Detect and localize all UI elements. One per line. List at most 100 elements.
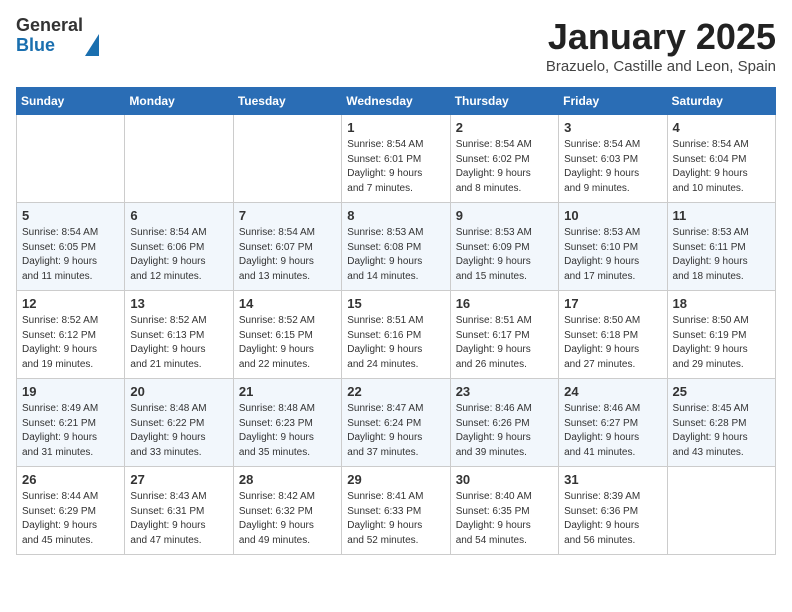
- day-info: Sunrise: 8:54 AM Sunset: 6:03 PM Dayligh…: [564, 138, 661, 196]
- calendar-cell: [667, 467, 775, 555]
- day-number: 25: [673, 384, 770, 399]
- weekday-header-saturday: Saturday: [667, 88, 775, 115]
- day-number: 13: [130, 296, 227, 311]
- day-info: Sunrise: 8:45 AM Sunset: 6:28 PM Dayligh…: [673, 402, 770, 460]
- calendar-cell: 28Sunrise: 8:42 AM Sunset: 6:32 PM Dayli…: [233, 467, 341, 555]
- calendar-cell: 18 Sunrise: 8:50 AM Sunset: 6:19 PM Dayli…: [667, 291, 775, 379]
- logo-text: General Blue: [16, 16, 83, 56]
- week-row-1: 1 Sunrise: 8:54 AM Sunset: 6:01 PM Daylig…: [17, 115, 776, 203]
- day-number: 21: [239, 384, 336, 399]
- calendar-cell: 17Sunrise: 8:50 AM Sunset: 6:18 PM Dayli…: [559, 291, 667, 379]
- day-number: 20: [130, 384, 227, 399]
- day-number: 4: [673, 120, 770, 135]
- calendar-cell: [17, 115, 125, 203]
- day-info: Sunrise: 8:48 AM Sunset: 6:22 PM Dayligh…: [130, 402, 227, 460]
- day-number: 27: [130, 472, 227, 487]
- day-info: Sunrise: 8:47 AM Sunset: 6:24 PM Dayligh…: [347, 402, 444, 460]
- calendar-cell: 15 Sunrise: 8:51 AM Sunset: 6:16 PM Dayli…: [342, 291, 450, 379]
- calendar-cell: 10 Sunrise: 8:53 AM Sunset: 6:10 PM Dayli…: [559, 203, 667, 291]
- day-info: Sunrise: 8:41 AM Sunset: 6:33 PM Dayligh…: [347, 490, 444, 548]
- calendar-cell: 31Sunrise: 8:39 AM Sunset: 6:36 PM Dayli…: [559, 467, 667, 555]
- day-info: Sunrise: 8:50 AM Sunset: 6:18 PM Dayligh…: [564, 314, 661, 372]
- day-number: 29: [347, 472, 444, 487]
- weekday-header-friday: Friday: [559, 88, 667, 115]
- day-info: Sunrise: 8:44 AM Sunset: 6:29 PM Dayligh…: [22, 490, 119, 548]
- calendar-cell: 20 Sunrise: 8:48 AM Sunset: 6:22 PM Dayli…: [125, 379, 233, 467]
- calendar-cell: 26Sunrise: 8:44 AM Sunset: 6:29 PM Dayli…: [17, 467, 125, 555]
- location-subtitle: Brazuelo, Castille and Leon, Spain: [546, 58, 776, 75]
- calendar-cell: 25 Sunrise: 8:45 AM Sunset: 6:28 PM Dayli…: [667, 379, 775, 467]
- day-info: Sunrise: 8:46 AM Sunset: 6:26 PM Dayligh…: [456, 402, 553, 460]
- month-title: January 2025: [546, 16, 776, 58]
- weekday-header-wednesday: Wednesday: [342, 88, 450, 115]
- day-info: Sunrise: 8:46 AM Sunset: 6:27 PM Dayligh…: [564, 402, 661, 460]
- logo: General Blue: [16, 16, 99, 56]
- day-info: Sunrise: 8:48 AM Sunset: 6:23 PM Dayligh…: [239, 402, 336, 460]
- day-number: 6: [130, 208, 227, 223]
- day-info: Sunrise: 8:52 AM Sunset: 6:15 PM Dayligh…: [239, 314, 336, 372]
- day-number: 14: [239, 296, 336, 311]
- day-info: Sunrise: 8:43 AM Sunset: 6:31 PM Dayligh…: [130, 490, 227, 548]
- calendar-cell: 6 Sunrise: 8:54 AM Sunset: 6:06 PM Daylig…: [125, 203, 233, 291]
- day-info: Sunrise: 8:53 AM Sunset: 6:08 PM Dayligh…: [347, 226, 444, 284]
- week-row-2: 5Sunrise: 8:54 AM Sunset: 6:05 PM Daylig…: [17, 203, 776, 291]
- calendar-cell: 24Sunrise: 8:46 AM Sunset: 6:27 PM Dayli…: [559, 379, 667, 467]
- day-number: 15: [347, 296, 444, 311]
- calendar-cell: [233, 115, 341, 203]
- calendar-cell: 21 Sunrise: 8:48 AM Sunset: 6:23 PM Dayli…: [233, 379, 341, 467]
- calendar-cell: 2Sunrise: 8:54 AM Sunset: 6:02 PM Daylig…: [450, 115, 558, 203]
- calendar-cell: 5Sunrise: 8:54 AM Sunset: 6:05 PM Daylig…: [17, 203, 125, 291]
- day-info: Sunrise: 8:54 AM Sunset: 6:05 PM Dayligh…: [22, 226, 119, 284]
- day-number: 28: [239, 472, 336, 487]
- logo-blue: Blue: [16, 36, 83, 56]
- calendar-cell: 13 Sunrise: 8:52 AM Sunset: 6:13 PM Dayli…: [125, 291, 233, 379]
- calendar-cell: 14 Sunrise: 8:52 AM Sunset: 6:15 PM Dayli…: [233, 291, 341, 379]
- day-info: Sunrise: 8:39 AM Sunset: 6:36 PM Dayligh…: [564, 490, 661, 548]
- day-info: Sunrise: 8:49 AM Sunset: 6:21 PM Dayligh…: [22, 402, 119, 460]
- day-number: 19: [22, 384, 119, 399]
- calendar-cell: [125, 115, 233, 203]
- day-number: 23: [456, 384, 553, 399]
- logo-general: General: [16, 16, 83, 36]
- calendar-cell: 7 Sunrise: 8:54 AM Sunset: 6:07 PM Daylig…: [233, 203, 341, 291]
- week-row-3: 12 Sunrise: 8:52 AM Sunset: 6:12 PM Dayli…: [17, 291, 776, 379]
- calendar-cell: 19 Sunrise: 8:49 AM Sunset: 6:21 PM Dayli…: [17, 379, 125, 467]
- calendar-cell: 16 Sunrise: 8:51 AM Sunset: 6:17 PM Dayli…: [450, 291, 558, 379]
- day-number: 16: [456, 296, 553, 311]
- day-number: 22: [347, 384, 444, 399]
- day-info: Sunrise: 8:53 AM Sunset: 6:09 PM Dayligh…: [456, 226, 553, 284]
- calendar-cell: 27 Sunrise: 8:43 AM Sunset: 6:31 PM Dayli…: [125, 467, 233, 555]
- day-info: Sunrise: 8:54 AM Sunset: 6:07 PM Dayligh…: [239, 226, 336, 284]
- weekday-header-sunday: Sunday: [17, 88, 125, 115]
- day-info: Sunrise: 8:54 AM Sunset: 6:01 PM Dayligh…: [347, 138, 444, 196]
- day-info: Sunrise: 8:52 AM Sunset: 6:12 PM Dayligh…: [22, 314, 119, 372]
- day-info: Sunrise: 8:51 AM Sunset: 6:17 PM Dayligh…: [456, 314, 553, 372]
- day-info: Sunrise: 8:40 AM Sunset: 6:35 PM Dayligh…: [456, 490, 553, 548]
- day-number: 11: [673, 208, 770, 223]
- day-number: 2: [456, 120, 553, 135]
- title-block: January 2025 Brazuelo, Castille and Leon…: [546, 16, 776, 75]
- calendar-cell: 12 Sunrise: 8:52 AM Sunset: 6:12 PM Dayli…: [17, 291, 125, 379]
- calendar-cell: 22 Sunrise: 8:47 AM Sunset: 6:24 PM Dayli…: [342, 379, 450, 467]
- day-info: Sunrise: 8:53 AM Sunset: 6:10 PM Dayligh…: [564, 226, 661, 284]
- day-info: Sunrise: 8:50 AM Sunset: 6:19 PM Dayligh…: [673, 314, 770, 372]
- day-number: 12: [22, 296, 119, 311]
- day-info: Sunrise: 8:53 AM Sunset: 6:11 PM Dayligh…: [673, 226, 770, 284]
- calendar-cell: 23 Sunrise: 8:46 AM Sunset: 6:26 PM Dayli…: [450, 379, 558, 467]
- calendar-cell: 4 Sunrise: 8:54 AM Sunset: 6:04 PM Daylig…: [667, 115, 775, 203]
- day-info: Sunrise: 8:51 AM Sunset: 6:16 PM Dayligh…: [347, 314, 444, 372]
- day-number: 18: [673, 296, 770, 311]
- day-info: Sunrise: 8:54 AM Sunset: 6:04 PM Dayligh…: [673, 138, 770, 196]
- day-info: Sunrise: 8:54 AM Sunset: 6:06 PM Dayligh…: [130, 226, 227, 284]
- day-number: 7: [239, 208, 336, 223]
- day-number: 30: [456, 472, 553, 487]
- day-number: 10: [564, 208, 661, 223]
- week-row-5: 26Sunrise: 8:44 AM Sunset: 6:29 PM Dayli…: [17, 467, 776, 555]
- day-number: 1: [347, 120, 444, 135]
- page-header: General Blue January 2025 Brazuelo, Cast…: [16, 16, 776, 75]
- calendar-cell: 3Sunrise: 8:54 AM Sunset: 6:03 PM Daylig…: [559, 115, 667, 203]
- calendar-cell: 1 Sunrise: 8:54 AM Sunset: 6:01 PM Daylig…: [342, 115, 450, 203]
- day-info: Sunrise: 8:52 AM Sunset: 6:13 PM Dayligh…: [130, 314, 227, 372]
- calendar-cell: 11 Sunrise: 8:53 AM Sunset: 6:11 PM Dayli…: [667, 203, 775, 291]
- calendar-cell: 9Sunrise: 8:53 AM Sunset: 6:09 PM Daylig…: [450, 203, 558, 291]
